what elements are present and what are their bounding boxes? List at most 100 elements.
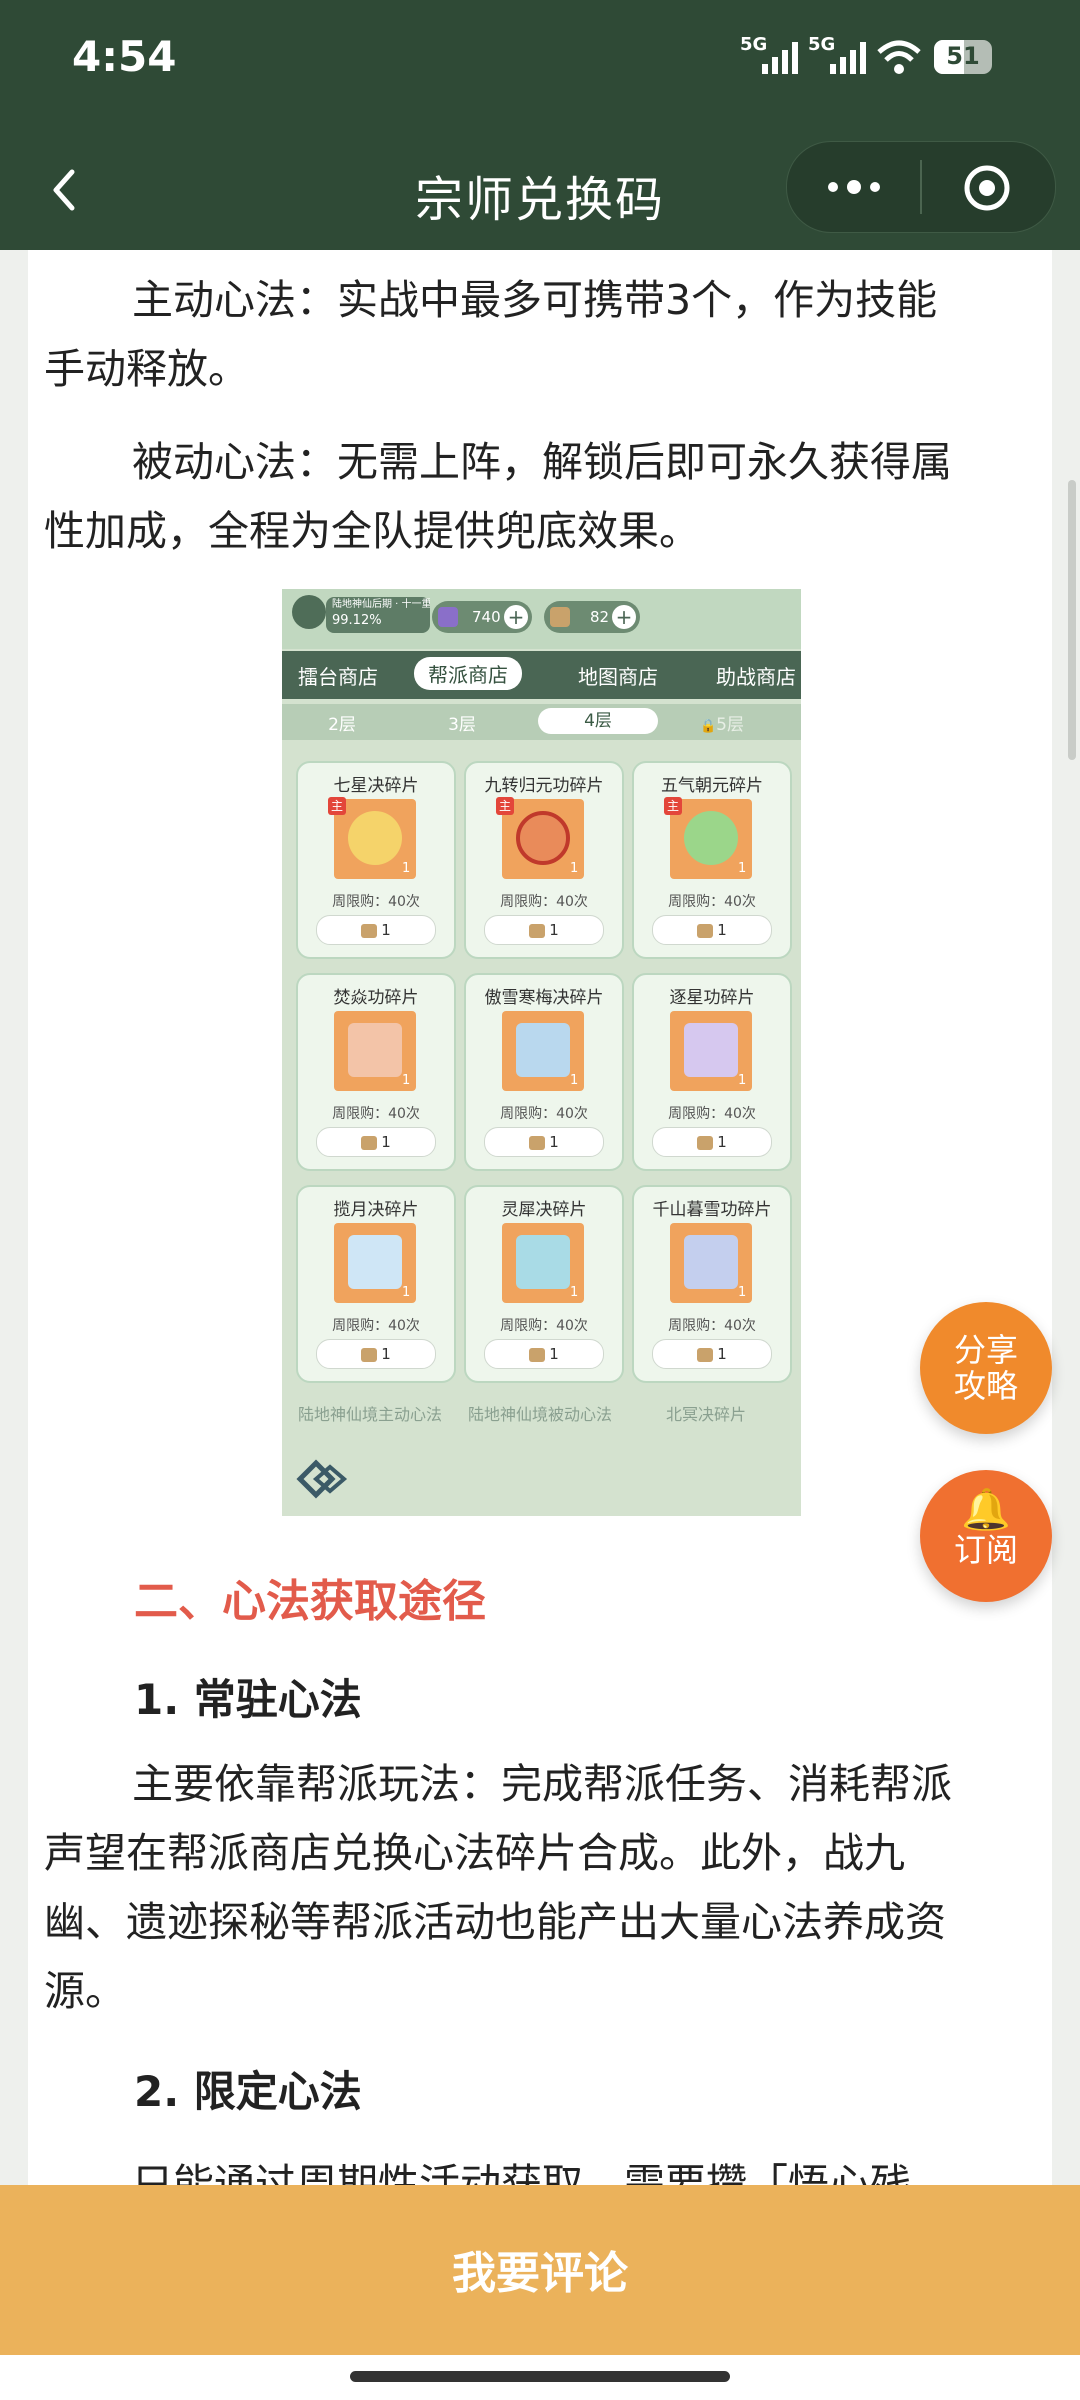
item-count: 1 <box>738 1285 747 1300</box>
token-icon <box>697 1347 714 1362</box>
floor-tab[interactable]: 3层 <box>402 710 522 735</box>
currency-pill: 82 + <box>544 601 640 633</box>
currency-amount: 740 <box>472 608 501 626</box>
floor-selector: 2层 3层 4层 🔒5层 <box>282 704 801 740</box>
more-icon[interactable] <box>823 172 885 202</box>
shop-item-card[interactable]: 逐星功碎片 1 周限购：40次 1 <box>632 973 792 1171</box>
close-target-icon[interactable] <box>963 164 1011 212</box>
buy-button[interactable]: 1 <box>652 1339 772 1369</box>
buy-button[interactable]: 1 <box>652 1127 772 1157</box>
token-icon <box>697 1135 714 1150</box>
main-tag: 主 <box>664 797 682 815</box>
shop-item-card[interactable]: 九转归元功碎片 主 1 周限购：40次 1 <box>464 761 624 959</box>
token-icon <box>697 923 714 938</box>
paragraph-regular-skills: 主要依靠帮派玩法：完成帮派任务、消耗帮派 声望在帮派商店兑换心法碎片合成。此外，… <box>44 1750 1044 2026</box>
shop-item-card[interactable]: 傲雪寒梅决碎片 1 周限购：40次 1 <box>464 973 624 1171</box>
item-count: 1 <box>402 1073 411 1088</box>
purchase-limit: 周限购：40次 <box>332 1318 420 1334</box>
signal-icon <box>830 42 866 74</box>
share-guide-button[interactable]: 分享 攻略 <box>920 1302 1052 1434</box>
text-line: 性加成，全程为全队提供兜底效果。 <box>44 507 700 555</box>
text-line: 声望在帮派商店兑换心法碎片合成。此外，战九 <box>44 1829 905 1877</box>
floor-tab[interactable]: 2层 <box>282 710 402 735</box>
text-line: 只能通过周期性活动获取，需要攒「悟心残 <box>132 2160 911 2185</box>
shop-item-card[interactable]: 揽月决碎片 1 周限购：40次 1 <box>296 1185 456 1383</box>
floor-tab[interactable]: 4层 <box>538 708 658 734</box>
comment-bar[interactable]: 我要评论 <box>0 2185 1080 2355</box>
item-price: 1 <box>549 921 559 939</box>
game-shop-screenshot: 陆地神仙后期 · 十一重 99.12% 740 + 82 + 擂台商店 帮派商店… <box>282 589 801 1516</box>
comment-button-label: 我要评论 <box>452 2248 628 2299</box>
scrollbar[interactable] <box>1068 480 1076 760</box>
home-indicator[interactable] <box>350 2371 730 2382</box>
purchase-limit: 周限购：40次 <box>500 1106 588 1122</box>
buy-button[interactable]: 1 <box>484 1127 604 1157</box>
item-name: 焚焱功碎片 <box>333 988 419 1008</box>
player-progress: 99.12% <box>332 613 382 628</box>
buy-button[interactable]: 1 <box>316 915 436 945</box>
add-icon[interactable]: + <box>504 605 528 629</box>
text-line: 手动释放。 <box>44 345 249 393</box>
floor-tab-locked[interactable]: 🔒5层 <box>662 710 782 735</box>
game-logo-icon <box>296 1459 348 1499</box>
item-price: 1 <box>381 921 391 939</box>
text-line: 被动心法：无需上阵，解锁后即可永久获得属 <box>132 438 952 486</box>
buy-button[interactable]: 1 <box>652 915 772 945</box>
item-name: 傲雪寒梅决碎片 <box>484 988 604 1008</box>
buy-button[interactable]: 1 <box>484 915 604 945</box>
add-icon[interactable]: + <box>612 605 636 629</box>
buy-button[interactable]: 1 <box>484 1339 604 1369</box>
buy-button[interactable]: 1 <box>316 1127 436 1157</box>
item-name: 逐星功碎片 <box>669 988 755 1008</box>
home-indicator-area <box>0 2355 1080 2400</box>
subscribe-button[interactable]: 🔔 订阅 <box>920 1470 1052 1602</box>
token-icon <box>550 607 570 627</box>
mini-program-capsule <box>786 141 1056 233</box>
item-price: 1 <box>549 1133 559 1151</box>
shop-item-card[interactable]: 五气朝元碎片 主 1 周限购：40次 1 <box>632 761 792 959</box>
token-icon <box>529 1135 546 1150</box>
player-avatar-icon <box>292 595 326 629</box>
shop-item-card[interactable]: 七星决碎片 主 1 周限购：40次 1 <box>296 761 456 959</box>
next-row-preview: 陆地神仙境主动心法 陆地神仙境被动心法 北冥决碎片 <box>282 1389 801 1429</box>
purchase-limit: 周限购：40次 <box>668 1318 756 1334</box>
item-price: 1 <box>381 1133 391 1151</box>
item-count: 1 <box>402 1285 411 1300</box>
subsection-heading: 2. 限定心法 <box>134 2067 362 2116</box>
token-icon <box>361 1135 378 1150</box>
tab-arena-shop[interactable]: 擂台商店 <box>298 661 378 690</box>
gem-icon <box>438 607 458 627</box>
buy-button[interactable]: 1 <box>316 1339 436 1369</box>
item-price: 1 <box>717 1133 727 1151</box>
shop-item-card[interactable]: 千山暮雪功碎片 1 周限购：40次 1 <box>632 1185 792 1383</box>
shop-item-card[interactable]: 焚焱功碎片 1 周限购：40次 1 <box>296 973 456 1171</box>
item-name: 灵犀决碎片 <box>501 1200 587 1220</box>
status-bar: 4:54 5G 5G 51 <box>0 0 1080 125</box>
item-count: 1 <box>738 1073 747 1088</box>
purchase-limit: 周限购：40次 <box>500 1318 588 1334</box>
purchase-limit: 周限购：40次 <box>500 894 588 910</box>
paragraph-limited-skills: 只能通过周期性活动获取，需要攒「悟心残 <box>44 2150 1044 2185</box>
item-count: 1 <box>570 861 579 876</box>
tab-map-shop[interactable]: 地图商店 <box>578 661 658 690</box>
token-icon <box>361 1347 378 1362</box>
bell-icon: 🔔 <box>961 1487 1011 1533</box>
text-line: 幽、遗迹探秘等帮派活动也能产出大量心法养成资 <box>44 1898 946 1946</box>
battery-icon: 51 <box>934 40 992 74</box>
share-label: 分享 <box>953 1331 1018 1369</box>
section-heading: 二、心法获取途径 <box>134 1576 486 1627</box>
lock-icon: 🔒 <box>699 719 717 734</box>
item-count: 1 <box>738 861 747 876</box>
purchase-limit: 周限购：40次 <box>332 894 420 910</box>
item-price: 1 <box>717 1345 727 1363</box>
item-price: 1 <box>549 1345 559 1363</box>
token-icon <box>529 923 546 938</box>
tab-assist-shop[interactable]: 助战商店 <box>716 661 796 690</box>
nav-bar: 宗师兑换码 <box>0 125 1080 250</box>
player-rank: 陆地神仙后期 · 十一重 <box>332 599 430 610</box>
tab-guild-shop[interactable]: 帮派商店 <box>414 657 522 690</box>
shop-item-card[interactable]: 灵犀决碎片 1 周限购：40次 1 <box>464 1185 624 1383</box>
item-name: 揽月决碎片 <box>333 1200 419 1220</box>
purchase-limit: 周限购：40次 <box>668 1106 756 1122</box>
status-time: 4:54 <box>72 32 177 81</box>
